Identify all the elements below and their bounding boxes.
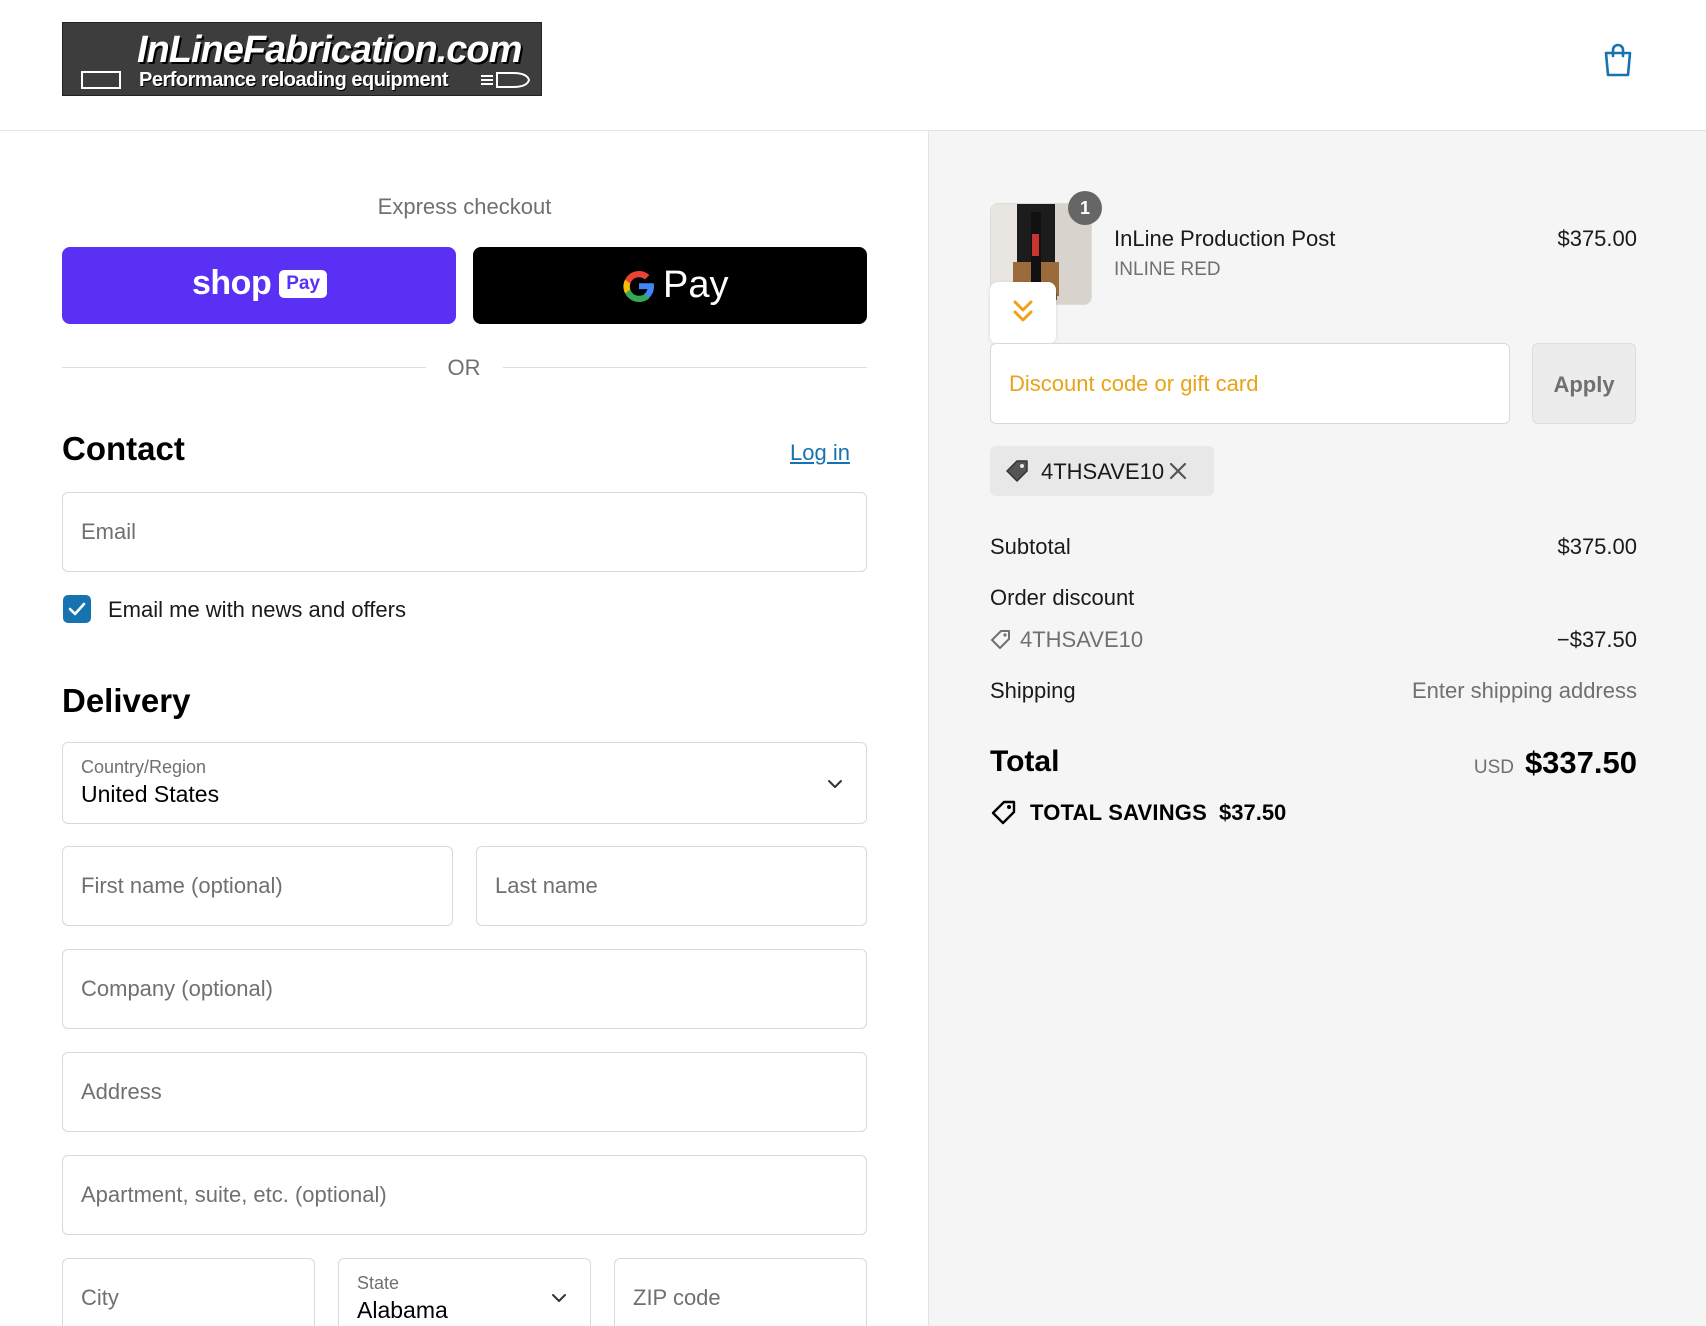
subtotal-label: Subtotal [990,534,1071,559]
state-select[interactable]: State Alabama [338,1258,591,1326]
shopping-bag-icon[interactable] [1602,42,1634,78]
first-name-field[interactable] [62,846,453,926]
subtotal-value: $375.00 [1557,534,1637,559]
or-label: OR [447,355,481,380]
discount-code-input[interactable] [991,344,1509,423]
double-chevron-down-icon [1013,300,1033,322]
apartment-input[interactable] [63,1156,866,1234]
express-checkout-label: Express checkout [377,194,552,219]
divider-right [503,367,867,368]
country-select-label: Country/Region [81,757,207,777]
chevron-down-icon [828,780,842,788]
last-name-input[interactable] [477,847,866,925]
remove-discount-icon[interactable] [1168,461,1188,481]
product-title: InLine Production Post [1114,226,1336,251]
shop-pay-word: shop [192,264,272,302]
company-input[interactable] [63,950,866,1028]
apply-discount-button[interactable]: Apply [1532,343,1636,424]
tag-icon [1006,460,1028,482]
email-input[interactable] [63,493,866,571]
shipping-value: Enter shipping address [1411,678,1637,703]
total-savings: TOTAL SAVINGS $37.50 [990,799,1286,827]
tag-outline-icon [991,630,1010,649]
last-name-field[interactable] [476,846,867,926]
news-checkbox[interactable] [63,595,91,623]
savings-tag-icon [991,800,1016,825]
shipping-label: Shipping [990,678,1076,703]
divider-left [62,367,426,368]
product-variant: INLINE RED [1114,259,1221,280]
store-logo[interactable]: InLineFabrication.com Performance reload… [62,22,542,96]
zip-input[interactable] [615,1259,866,1326]
contact-title: Contact [62,430,185,467]
shop-pay-badge: Pay [279,269,328,298]
state-select-value: Alabama [357,1297,448,1323]
google-pay-word: Pay [663,264,729,306]
apartment-field[interactable] [62,1155,867,1235]
google-g-icon [623,270,654,302]
shop-pay-button[interactable]: shop Pay [62,247,456,324]
address-field[interactable] [62,1052,867,1132]
total-label: Total [990,745,1060,778]
total-savings-label: TOTAL SAVINGS [1030,800,1207,825]
delivery-title: Delivery [62,682,191,719]
applied-discount-code: 4THSAVE10 [1041,459,1165,484]
city-input[interactable] [63,1259,314,1326]
checkmark-icon [68,602,86,616]
google-pay-button[interactable]: Pay [473,247,867,324]
city-field[interactable] [62,1258,315,1326]
discount-code-label: 4THSAVE10 [1020,627,1144,652]
news-checkbox-label: Email me with news and offers [108,597,406,622]
applied-discount-chip: 4THSAVE10 [990,446,1214,496]
total-savings-value: $37.50 [1219,800,1287,825]
product-price: $375.00 [1557,226,1637,251]
logo-subtitle: Performance reloading equipment [139,69,449,91]
rewards-widget-tab[interactable] [990,282,1056,344]
country-select-value: United States [81,781,220,807]
quantity-badge: 1 [1068,191,1102,225]
login-link[interactable]: Log in [790,440,850,466]
bullet-icon [481,72,531,88]
address-input[interactable] [63,1053,866,1131]
order-discount-label: Order discount [990,585,1135,610]
state-select-label: State [357,1273,400,1293]
discount-code-field[interactable] [990,343,1510,424]
site-header: InLineFabrication.com Performance reload… [0,0,1706,131]
zip-field[interactable] [614,1258,867,1326]
total-currency: USD [1473,757,1514,778]
brass-case-icon [81,71,121,89]
total-value: $337.50 [1524,745,1637,780]
chevron-down-icon [552,1294,566,1302]
company-field[interactable] [62,949,867,1029]
country-select[interactable]: Country/Region United States [62,742,867,824]
discount-value: −$37.50 [1556,627,1637,652]
logo-title: InLineFabrication.com [137,29,522,71]
email-field[interactable] [62,492,867,572]
first-name-input[interactable] [63,847,452,925]
